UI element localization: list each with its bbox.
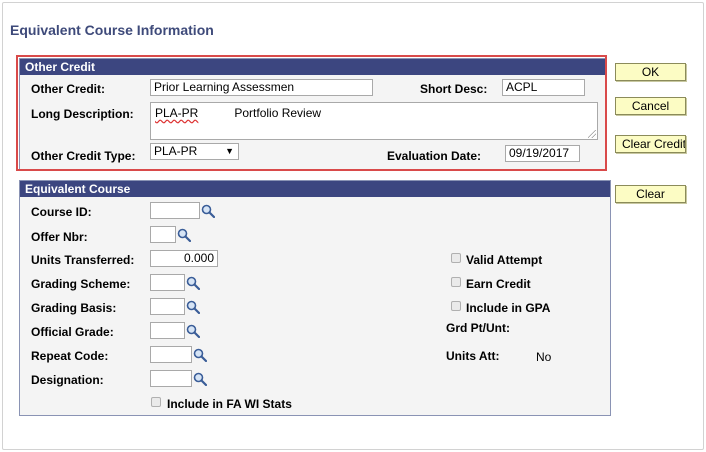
official-grade-label: Official Grade: xyxy=(31,325,114,339)
grading-basis-field[interactable] xyxy=(150,298,185,315)
repeat-code-label: Repeat Code: xyxy=(31,349,109,363)
earn-credit-label: Earn Credit xyxy=(466,277,531,291)
include-fa-label: Include in FA WI Stats xyxy=(167,397,292,411)
designation-field[interactable] xyxy=(150,370,192,387)
clear-credit-button[interactable]: Clear Credit xyxy=(615,135,686,153)
magnifier-icon[interactable] xyxy=(186,300,200,314)
repeat-code-field[interactable] xyxy=(150,346,192,363)
include-gpa-checkbox[interactable] xyxy=(451,301,461,311)
units-att-label: Units Att: xyxy=(446,349,500,363)
magnifier-icon[interactable] xyxy=(193,348,207,362)
equivalent-course-header: Equivalent Course xyxy=(20,181,610,197)
units-att-value: No xyxy=(536,350,552,364)
ok-button[interactable]: OK xyxy=(615,63,686,81)
offer-nbr-label: Offer Nbr: xyxy=(31,230,88,244)
page-title: Equivalent Course Information xyxy=(10,22,214,38)
cancel-button[interactable]: Cancel xyxy=(615,97,686,115)
include-gpa-label: Include in GPA xyxy=(466,301,551,315)
clear-button[interactable]: Clear xyxy=(615,185,686,203)
grading-scheme-label: Grading Scheme: xyxy=(31,277,131,291)
magnifier-icon[interactable] xyxy=(193,372,207,386)
units-transferred-label: Units Transferred: xyxy=(31,253,135,267)
highlight-box xyxy=(16,55,607,171)
include-fa-checkbox[interactable] xyxy=(151,397,161,407)
valid-attempt-checkbox[interactable] xyxy=(451,253,461,263)
magnifier-icon[interactable] xyxy=(177,228,191,242)
grd-pt-label: Grd Pt/Unt: xyxy=(446,321,510,335)
valid-attempt-label: Valid Attempt xyxy=(466,253,543,267)
grading-basis-label: Grading Basis: xyxy=(31,301,117,315)
grading-scheme-field[interactable] xyxy=(150,274,185,291)
equivalent-course-group: Equivalent Course xyxy=(19,180,611,416)
magnifier-icon[interactable] xyxy=(186,324,200,338)
offer-nbr-field[interactable] xyxy=(150,226,176,243)
course-id-field[interactable] xyxy=(150,202,200,219)
course-id-label: Course ID: xyxy=(31,205,92,219)
magnifier-icon[interactable] xyxy=(186,276,200,290)
designation-label: Designation: xyxy=(31,373,104,387)
units-transferred-field[interactable]: 0.000 xyxy=(150,250,218,267)
official-grade-field[interactable] xyxy=(150,322,185,339)
magnifier-icon[interactable] xyxy=(201,204,215,218)
earn-credit-checkbox[interactable] xyxy=(451,277,461,287)
